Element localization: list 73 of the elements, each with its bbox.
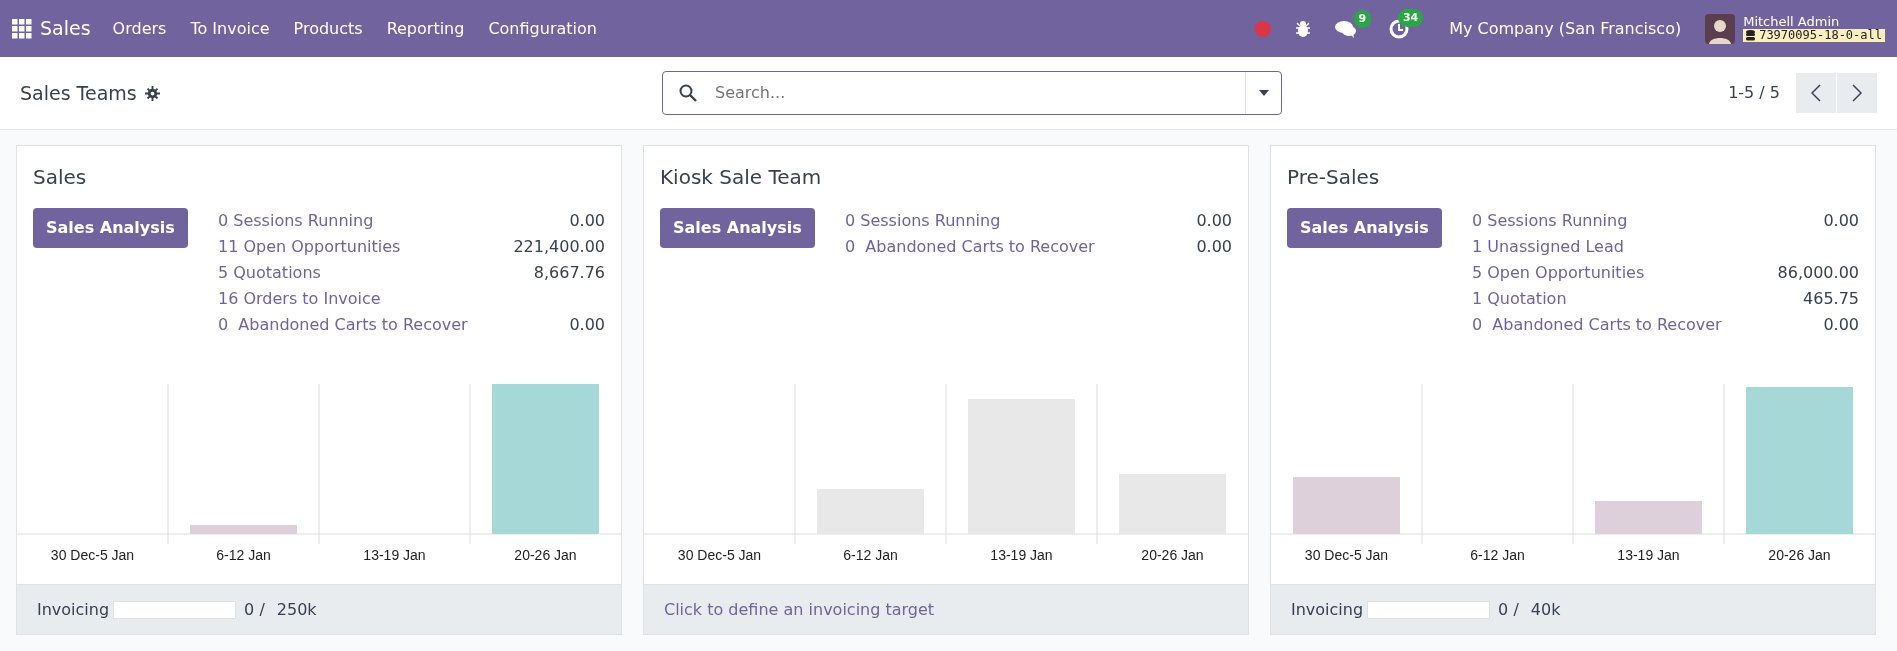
stat-link[interactable]: 5 Open Opportunities	[1472, 260, 1645, 286]
next-page-button[interactable]	[1837, 73, 1877, 113]
stat-link[interactable]: 1 Unassigned Lead	[1472, 234, 1624, 260]
apps-menu-icon[interactable]	[12, 18, 32, 39]
sales-analysis-button[interactable]: Sales Analysis	[33, 208, 188, 248]
axis-label: 6-12 Jan	[843, 547, 898, 563]
stat-amount: 8,667.76	[533, 262, 605, 284]
axis-label: 20-26 Jan	[514, 547, 577, 563]
avatar-silhouette-icon[interactable]	[1705, 13, 1736, 44]
company-switcher[interactable]: My Company (San Francisco)	[1449, 16, 1682, 41]
search-bar[interactable]: Search...	[662, 71, 1282, 115]
stat-amount: 0.00	[1823, 314, 1859, 336]
team-name: Kiosk Sale Team	[660, 164, 823, 191]
progress-target[interactable]: 250k	[276, 597, 317, 622]
app-name-link[interactable]: Sales	[32, 14, 101, 43]
activity-count-badge: 34	[1397, 8, 1424, 27]
chevron-left-icon	[1811, 84, 1821, 103]
menu-item[interactable]: Reporting	[374, 16, 477, 41]
menu-item[interactable]: Orders	[100, 16, 179, 41]
pager-value[interactable]: 1-5 / 5	[1728, 81, 1780, 105]
stat-link[interactable]: 0 Abandoned Carts to Recover	[845, 234, 1095, 260]
invoicing-label: Invoicing	[37, 598, 110, 621]
axis-label: 13-19 Jan	[363, 547, 426, 563]
recording-dot-icon[interactable]	[1255, 20, 1272, 37]
team-name: Sales	[33, 164, 88, 191]
bug-icon[interactable]	[1295, 19, 1312, 38]
axis-label: 30 Dec-5 Jan	[1304, 547, 1389, 563]
user-name[interactable]: Mitchell Admin	[1743, 14, 1885, 30]
stat-amount: 0.00	[569, 314, 605, 336]
axis-label: 20-26 Jan	[1768, 547, 1831, 563]
axis-label: 6-12 Jan	[1470, 547, 1525, 563]
stat-amount: 0.00	[1196, 236, 1232, 258]
database-icon	[1746, 30, 1756, 42]
stat-link[interactable]: 0 Abandoned Carts to Recover	[1472, 312, 1722, 338]
stat-amount: 86,000.00	[1777, 262, 1859, 284]
page-title: Sales Teams	[20, 80, 137, 106]
menu-item[interactable]: To Invoice	[178, 16, 282, 41]
stat-amount: 0.00	[1196, 210, 1232, 232]
stat-link[interactable]: 16 Orders to Invoice	[218, 286, 381, 312]
chat-icon[interactable]	[1335, 19, 1358, 38]
database-badge: 73970095-18-0-all	[1743, 29, 1885, 43]
stat-link[interactable]: 0 Sessions Running	[845, 208, 1001, 234]
stat-link[interactable]: 11 Open Opportunities	[218, 234, 401, 260]
axis-label: 30 Dec-5 Jan	[50, 547, 135, 563]
stat-amount: 0.00	[569, 210, 605, 232]
dropdown-caret-icon[interactable]	[1258, 90, 1269, 96]
axis-label: 6-12 Jan	[216, 547, 271, 563]
stat-link[interactable]: 0 Sessions Running	[1472, 208, 1628, 234]
progress-current: 0 /	[244, 598, 265, 621]
stat-link[interactable]: 0 Abandoned Carts to Recover	[218, 312, 468, 338]
stat-amount: 465.75	[1803, 288, 1859, 310]
search-icon	[679, 84, 697, 102]
team-name: Pre-Sales	[1287, 164, 1381, 191]
menu-item[interactable]: Configuration	[476, 16, 609, 41]
sales-analysis-button[interactable]: Sales Analysis	[660, 208, 815, 248]
settings-icon[interactable]	[144, 85, 160, 101]
message-count-badge: 9	[1353, 9, 1372, 28]
axis-label: 13-19 Jan	[1617, 547, 1680, 563]
sales-analysis-button[interactable]: Sales Analysis	[1287, 208, 1442, 248]
menu-item[interactable]: Products	[281, 16, 375, 41]
invoicing-label: Invoicing	[1291, 598, 1364, 621]
axis-label: 30 Dec-5 Jan	[677, 547, 762, 563]
axis-label: 20-26 Jan	[1141, 547, 1204, 563]
stat-amount: 221,400.00	[513, 236, 605, 258]
stat-amount: 0.00	[1823, 210, 1859, 232]
progress-current: 0 /	[1498, 598, 1519, 621]
axis-label: 13-19 Jan	[990, 547, 1053, 563]
stat-link[interactable]: 0 Sessions Running	[218, 208, 374, 234]
stat-link[interactable]: 5 Quotations	[218, 260, 321, 286]
chevron-right-icon	[1852, 84, 1862, 103]
stat-link[interactable]: 1 Quotation	[1472, 286, 1567, 312]
progress-target[interactable]: 40k	[1530, 597, 1561, 622]
previous-page-button[interactable]	[1796, 73, 1836, 113]
